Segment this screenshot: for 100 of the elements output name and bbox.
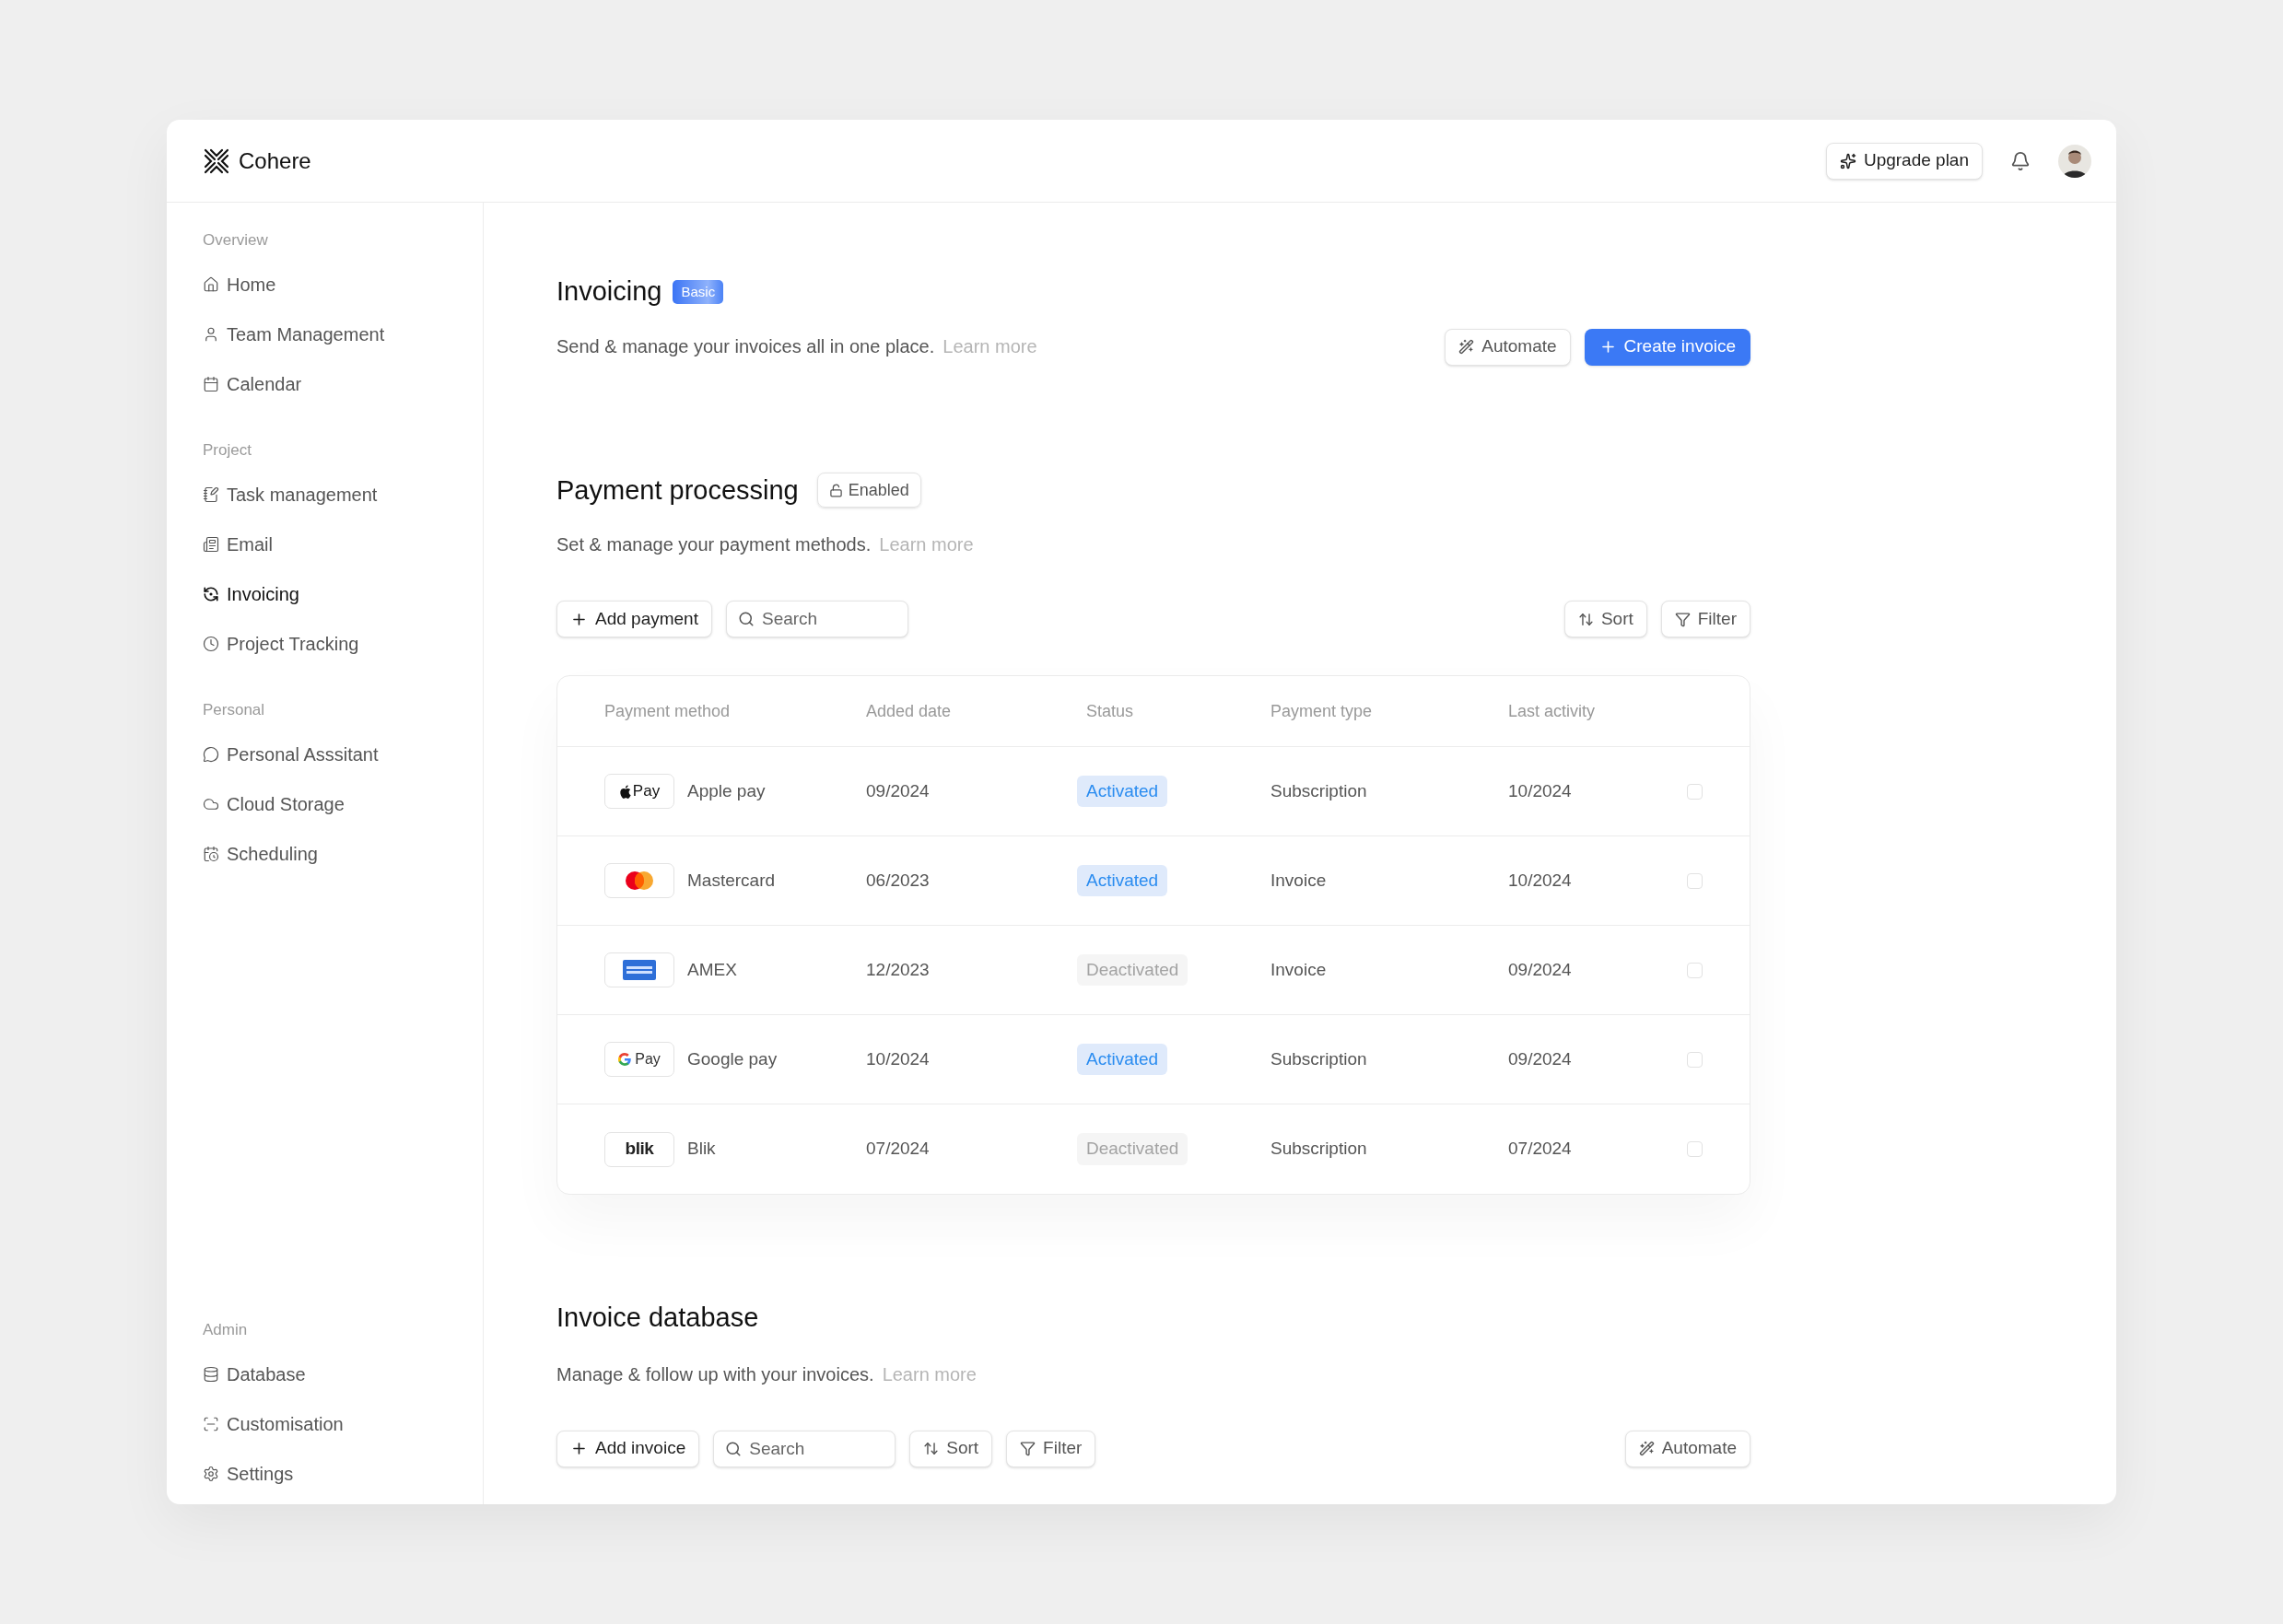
plan-badge: Basic <box>673 279 724 304</box>
mastercard-icon <box>624 870 655 891</box>
status-badge: Activated <box>1077 1043 1168 1076</box>
sidebar-item[interactable]: Database <box>203 1361 483 1388</box>
sidebar-item[interactable]: Team Management <box>203 321 483 348</box>
sort-button[interactable]: Sort <box>1563 601 1647 637</box>
table-cell-text: Mastercard <box>687 869 776 892</box>
table-cell-text: 10/2024 <box>866 1047 931 1070</box>
table-cell-text: Subscription <box>1270 779 1368 802</box>
table-cell-text: Subscription <box>1270 1138 1368 1161</box>
section-title: Payment processing <box>556 473 799 507</box>
search-field[interactable]: Search <box>725 601 908 637</box>
table-cell-text: Invoice <box>1270 958 1328 981</box>
wand-icon <box>1638 1441 1655 1456</box>
sort-icon <box>923 1441 940 1456</box>
add-payment-button[interactable]: Add payment <box>556 601 712 637</box>
section-label: Project <box>203 440 252 461</box>
logo-text: Pay <box>635 1050 661 1069</box>
notebook-icon <box>203 486 219 503</box>
newspaper-icon <box>203 536 219 553</box>
avatar[interactable] <box>2058 144 2091 178</box>
calendar-clock-icon <box>203 846 219 862</box>
column-header: Payment method <box>604 700 732 722</box>
sparkles-icon <box>1839 152 1856 169</box>
apple-icon <box>618 784 631 799</box>
create-invoice-button[interactable]: Create invoice <box>1584 328 1750 366</box>
plus-icon <box>570 1440 588 1457</box>
column-header: Payment type <box>1270 700 1374 722</box>
search-field[interactable]: Search <box>713 1430 896 1467</box>
section-label: Overview <box>203 230 269 251</box>
status-badge: Enabled <box>816 473 921 508</box>
card-icon <box>623 960 656 980</box>
sidebar-item[interactable]: Personal Asssitant <box>203 741 483 768</box>
table-cell-text: Google pay <box>687 1047 778 1070</box>
table-cell-text: Apple pay <box>687 779 766 802</box>
table-cell-text: 07/2024 <box>1508 1138 1573 1161</box>
page-title: Invoicing <box>556 275 662 308</box>
sort-button[interactable]: Sort <box>909 1430 993 1467</box>
section-label: Personal <box>203 700 266 720</box>
column-header: Status <box>1086 700 1135 722</box>
wand-icon <box>1458 339 1475 355</box>
section-title: Invoice database <box>556 1303 759 1332</box>
filter-button[interactable]: Filter <box>1006 1430 1096 1467</box>
sidebar-item[interactable]: Customisation <box>203 1410 483 1438</box>
row-checkbox[interactable] <box>1687 783 1703 800</box>
brand-name: Cohere <box>239 146 311 175</box>
logo-text: Pay <box>632 781 661 802</box>
table-cell-text: 12/2023 <box>866 958 931 981</box>
unlock-icon <box>828 483 843 497</box>
cloud-icon <box>203 796 219 812</box>
automate-button[interactable]: Automate <box>1445 328 1571 366</box>
sidebar-item[interactable]: Home <box>203 271 483 298</box>
refresh-icon <box>203 586 219 602</box>
table-cell-text: 09/2024 <box>866 779 931 802</box>
sidebar-item[interactable]: Invoicing <box>203 580 483 608</box>
table-cell-text: 10/2024 <box>1508 869 1573 892</box>
table-cell-text: Blik <box>687 1138 716 1161</box>
row-checkbox[interactable] <box>1687 1141 1703 1157</box>
upgrade-button[interactable]: Upgrade plan <box>1825 142 1983 180</box>
database-icon <box>203 1366 219 1383</box>
chat-icon <box>203 746 219 763</box>
table-cell-text: 10/2024 <box>1508 779 1573 802</box>
logo-icon <box>203 146 230 175</box>
section-description: Manage & follow up with your invoices. <box>556 1362 874 1386</box>
sidebar-item[interactable]: Project Tracking <box>203 630 483 658</box>
row-checkbox[interactable] <box>1687 1051 1703 1068</box>
sidebar-item[interactable]: Cloud Storage <box>203 790 483 818</box>
sort-icon <box>1577 611 1594 627</box>
sidebar-item[interactable]: Scheduling <box>203 840 483 868</box>
home-icon <box>203 276 219 293</box>
sidebar-item[interactable]: Task management <box>203 481 483 508</box>
sidebar-item[interactable]: Settings <box>203 1460 483 1488</box>
table-cell-text: 09/2024 <box>1508 958 1573 981</box>
notification-icon[interactable] <box>2010 150 2031 171</box>
section-description: Send & manage your invoices all in one place. <box>556 334 935 358</box>
search-icon <box>725 1440 743 1457</box>
logo-text: blik <box>625 1138 654 1161</box>
table-cell-text: Subscription <box>1270 1047 1368 1070</box>
search-icon <box>737 611 755 627</box>
sidebar-item[interactable]: Email <box>203 531 483 558</box>
row-checkbox[interactable] <box>1687 872 1703 889</box>
status-badge: Deactivated <box>1077 953 1188 987</box>
column-header: Added date <box>866 700 953 722</box>
table-cell-text: 06/2023 <box>866 869 931 892</box>
table-cell-text: 09/2024 <box>1508 1047 1573 1070</box>
user-icon <box>203 326 219 343</box>
table-cell-text: Invoice <box>1270 869 1328 892</box>
scan-icon <box>203 1416 219 1432</box>
automate-button[interactable]: Automate <box>1624 1430 1750 1467</box>
filter-button[interactable]: Filter <box>1660 601 1750 637</box>
add-invoice-button[interactable]: Add invoice <box>556 1430 700 1467</box>
section-label: Admin <box>203 1320 249 1340</box>
settings-icon <box>203 1466 219 1482</box>
google-icon <box>618 1053 632 1066</box>
table-cell-text: 07/2024 <box>866 1138 931 1161</box>
clock-icon <box>203 636 219 652</box>
row-checkbox[interactable] <box>1687 962 1703 978</box>
status-badge: Activated <box>1077 864 1168 897</box>
sidebar-item[interactable]: Calendar <box>203 370 483 398</box>
filter-icon <box>1674 611 1691 627</box>
